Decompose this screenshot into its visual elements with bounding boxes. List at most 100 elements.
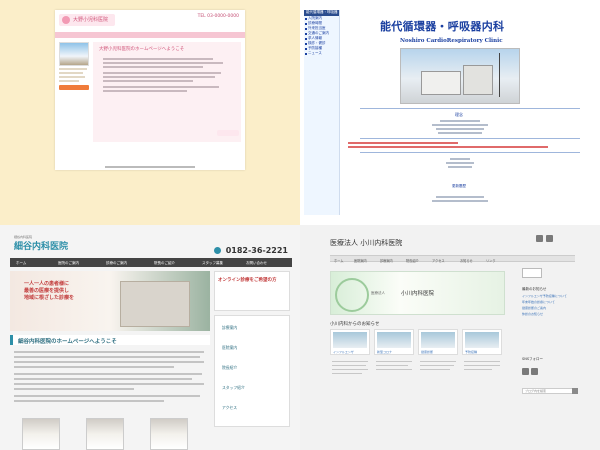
news-card-title[interactable]: 予防接種	[465, 350, 477, 354]
nav-item[interactable]: ホーム	[334, 258, 343, 263]
social-icon[interactable]	[546, 235, 553, 242]
content-line	[14, 395, 200, 397]
side-link[interactable]: アクセス	[222, 405, 237, 411]
online-consult-title[interactable]: オンライン診療をご希望の方	[218, 277, 277, 283]
nav-item[interactable]: 医院のご案内	[58, 261, 79, 266]
aside-heading: SNSフォロー	[522, 357, 544, 361]
search-input[interactable]: ブログ内を検索	[522, 388, 578, 394]
philosophy-text	[432, 124, 488, 126]
divider	[360, 138, 580, 139]
news-text	[420, 365, 454, 367]
notice-text	[348, 142, 458, 144]
aside-link[interactable]: 健康診断のご案内	[522, 306, 578, 310]
sidebar-button[interactable]	[59, 85, 89, 90]
site-logo[interactable]: 細谷内科医院	[14, 239, 68, 252]
logo-mark-icon	[62, 16, 70, 24]
social-icon[interactable]	[531, 368, 538, 375]
news-card[interactable]: 新型コロナ	[374, 329, 414, 355]
sidebar-text	[59, 72, 83, 74]
logo-text: 大野小児科医院	[73, 17, 109, 23]
site-header: 大野小児科医院 TEL 03-0000-0000	[55, 10, 245, 32]
sns-follow: SNSフォロー	[522, 357, 578, 362]
aside-link[interactable]: 休診のお知らせ	[522, 312, 578, 316]
news-card-image	[333, 332, 367, 348]
news-card-title[interactable]: インフルエンザ	[333, 350, 354, 354]
content-line	[103, 80, 193, 82]
building-photo	[59, 42, 89, 66]
content-line	[14, 356, 200, 358]
news-text	[464, 361, 500, 363]
side-link[interactable]: スタッフ紹介	[222, 385, 245, 391]
address-text	[436, 196, 484, 198]
nav-item[interactable]: アクセス	[432, 258, 445, 263]
nav-item[interactable]: 医院案内	[354, 258, 367, 263]
update-link[interactable]: 更新履歴	[452, 184, 466, 189]
content-line	[103, 76, 215, 78]
phone-block: 0182-36-2221	[213, 246, 288, 255]
hero-circle-decoration	[335, 278, 369, 312]
news-text	[420, 361, 456, 363]
nav-item[interactable]: 院長紹介	[406, 258, 419, 263]
news-text	[464, 369, 492, 371]
nav-item[interactable]: 院長のご紹介	[154, 261, 175, 266]
main-nav: ホーム 医院のご案内 診療のご案内 院長のご紹介 スタッフ募集 お問い合わせ	[10, 258, 292, 267]
news-card-title[interactable]: 健康診断	[421, 350, 433, 354]
nav-item[interactable]: お知らせ	[460, 258, 473, 263]
footer-logo[interactable]	[217, 130, 239, 136]
news-text	[376, 365, 408, 367]
philosophy-text	[436, 128, 484, 130]
news-text	[332, 373, 362, 375]
nav-item[interactable]: スタッフ募集	[202, 261, 223, 266]
content-line	[103, 66, 203, 68]
search-icon[interactable]	[572, 388, 578, 394]
nav-item[interactable]: リンク	[486, 258, 496, 263]
rss-icon[interactable]	[536, 235, 543, 242]
sidebar	[59, 42, 89, 132]
aside-link[interactable]: インフルエンザ予防接種について	[522, 294, 578, 298]
news-card-image	[377, 332, 411, 348]
clinic-badge[interactable]	[522, 268, 542, 278]
clinic-site-teal: 細谷内科医院 細谷内科医院 0182-36-2221 ホーム 医院のご案内 診療…	[0, 225, 300, 450]
news-text	[464, 365, 500, 367]
news-card[interactable]: 健康診断	[418, 329, 458, 355]
hero-line: 地域に根ざした診療を	[24, 295, 75, 301]
hero-label: 医療法人	[371, 291, 385, 295]
clinic-site-grey: 医療法人 小川内科医院 ホーム 医院案内 診療案内 院長紹介 アクセス お知らせ…	[300, 225, 600, 450]
phone-icon	[213, 247, 221, 254]
philosophy-heading: 理念	[455, 112, 463, 117]
rss-icon[interactable]	[522, 368, 529, 375]
divider	[360, 152, 580, 153]
content-line	[103, 58, 213, 60]
nav-item[interactable]: お問い合わせ	[246, 261, 267, 266]
side-link[interactable]: 医院案内	[222, 345, 237, 351]
content-line	[14, 373, 202, 375]
content-line	[14, 388, 134, 390]
side-link[interactable]: 診療案内	[222, 325, 237, 331]
site-logo[interactable]: 大野小児科医院	[59, 14, 115, 26]
aside-link[interactable]: 年末年始の診療について	[522, 300, 578, 304]
hero-banner: 医療法人 小川内科医院	[330, 271, 505, 315]
news-card[interactable]: インフルエンザ	[330, 329, 370, 355]
aside-heading: 最新のお知らせ	[522, 287, 547, 291]
pole-shape	[499, 53, 500, 97]
content-line	[14, 383, 204, 385]
clinic-site-pink: 大野小児科医院 TEL 03-0000-0000 大野小児科医院のホームページへ…	[0, 0, 300, 225]
side-link[interactable]: 院長紹介	[222, 365, 237, 371]
news-card-title[interactable]: 新型コロナ	[377, 350, 392, 354]
nav-item[interactable]: ホーム	[16, 261, 26, 266]
hero-line: 一人一人の患者様に	[24, 281, 70, 287]
hero-line: 最善の医療を提供し	[24, 288, 70, 294]
content-line	[103, 72, 221, 74]
news-card[interactable]: 予防接種	[462, 329, 502, 355]
nav-item[interactable]: ニュース	[304, 51, 339, 56]
sidebar-text	[59, 76, 85, 78]
copyright-line	[105, 166, 195, 168]
nav-menu[interactable]	[55, 32, 245, 38]
phone-number: 0182-36-2221	[225, 246, 288, 255]
site-title[interactable]: 医療法人 小川内科医院	[330, 238, 402, 248]
nav-item[interactable]: 診療のご案内	[106, 261, 127, 266]
news-text	[332, 369, 368, 371]
content-line	[14, 351, 204, 353]
content-line	[14, 366, 174, 368]
nav-item[interactable]: 診療案内	[380, 258, 393, 263]
